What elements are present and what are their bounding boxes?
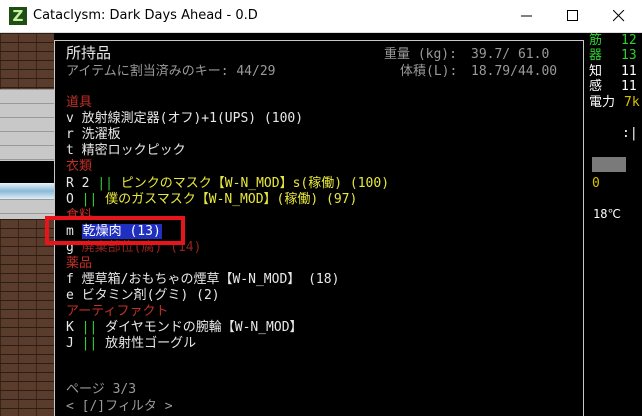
pipe-tile bbox=[0, 183, 54, 199]
volume-value: 18.79/44.00 bbox=[471, 64, 558, 79]
window-title: Cataclysm: Dark Days Ahead - 0.D bbox=[33, 8, 258, 23]
stat-int-label: 知 bbox=[589, 64, 603, 79]
inventory-title: 所持品 bbox=[66, 44, 112, 62]
category-drugs: 薬品 bbox=[66, 256, 93, 271]
stat-dex-value: 13 bbox=[621, 48, 637, 63]
item-count: 2 bbox=[81, 176, 90, 191]
inventory-item[interactable]: v 放射線測定器(オフ)+1(UPS) (100) bbox=[66, 111, 303, 127]
inventory-item[interactable]: O || 僕のガスマスク【W-N_MOD】(稼働) (97) bbox=[66, 192, 357, 208]
assigned-keys-text: アイテムに割当済みのキー: 44/29 bbox=[66, 64, 276, 79]
status-bar bbox=[592, 157, 626, 172]
stat-str-label: 筋 bbox=[589, 33, 603, 48]
worn-marker: || bbox=[81, 192, 98, 207]
stat-per-value: 11 bbox=[621, 79, 637, 94]
item-key: e bbox=[66, 288, 74, 303]
worn-marker: || bbox=[81, 336, 98, 351]
maximize-icon bbox=[567, 10, 578, 21]
power-label: 電力 bbox=[589, 95, 616, 110]
stat-str-value: 12 bbox=[621, 33, 637, 48]
category-clothing: 衣類 bbox=[66, 159, 93, 174]
item-name: 放射性ゴーグル bbox=[105, 336, 197, 351]
brick-wall-tile bbox=[0, 33, 54, 89]
annotation-highlight-box bbox=[45, 216, 185, 245]
game-viewport: 所持品 アイテムに割当済みのキー: 44/29 重量 (kg): 39.7/ 6… bbox=[0, 33, 642, 416]
item-key: J bbox=[66, 336, 74, 351]
close-button[interactable] bbox=[596, 0, 642, 32]
volume-label: 体積(L): bbox=[400, 64, 458, 79]
item-name: ピンクのマスク【W-N_MOD】s(稼働) (100) bbox=[120, 176, 390, 191]
close-icon bbox=[613, 10, 625, 22]
inventory-item[interactable]: J || 放射性ゴーグル bbox=[66, 336, 196, 352]
item-key: r bbox=[66, 127, 74, 142]
item-name: 僕のガスマスク【W-N_MOD】(稼働) (97) bbox=[105, 192, 358, 207]
worn-marker: || bbox=[81, 320, 98, 335]
minimize-button[interactable] bbox=[504, 0, 550, 32]
worn-marker: || bbox=[97, 176, 113, 191]
inventory-item[interactable]: e ビタミン剤(グミ) (2) bbox=[66, 288, 220, 304]
item-name: ダイヤモンドの腕輪【W-N_MOD】 bbox=[105, 320, 303, 335]
inventory-item[interactable]: r 洗濯板 bbox=[66, 127, 121, 143]
item-name: ビタミン剤(グミ) (2) bbox=[81, 288, 220, 303]
item-name: 洗濯板 bbox=[81, 127, 121, 142]
weight-label: 重量 (kg): bbox=[384, 47, 457, 62]
item-key: K bbox=[66, 320, 74, 335]
page-indicator: ページ 3/3 bbox=[66, 382, 137, 397]
sidebar-zero: 0 bbox=[592, 176, 600, 191]
category-tools: 道具 bbox=[66, 95, 93, 110]
item-name: 放射線測定器(オフ)+1(UPS) (100) bbox=[81, 111, 304, 126]
item-key: f bbox=[66, 272, 74, 287]
power-value: 7k bbox=[624, 95, 640, 110]
weight-value: 39.7/ 61.0 bbox=[471, 47, 550, 62]
item-key: v bbox=[66, 111, 74, 126]
floor-tile bbox=[0, 89, 54, 161]
inventory-item[interactable]: R 2 || ピンクのマスク【W-N_MOD】s(稼働) (100) bbox=[66, 176, 389, 192]
window-titlebar: Z Cataclysm: Dark Days Ahead - 0.D bbox=[0, 0, 642, 33]
app-icon: Z bbox=[9, 7, 27, 25]
item-name: 精密ロックピック bbox=[81, 143, 186, 158]
item-name: 煙草箱/おもちゃの煙草【W-N_MOD】 (18) bbox=[81, 272, 340, 287]
item-key: R bbox=[66, 176, 74, 191]
temperature-readout: 18℃ bbox=[593, 207, 621, 221]
inventory-item[interactable]: K || ダイヤモンドの腕輪【W-N_MOD】 bbox=[66, 320, 303, 336]
sidebar-colon: :| bbox=[622, 126, 638, 141]
item-key: O bbox=[66, 192, 74, 207]
filter-button[interactable]: < [/]フィルタ > bbox=[66, 399, 173, 415]
brick-wall-tile bbox=[0, 219, 54, 416]
stat-dex-label: 器 bbox=[589, 48, 603, 63]
item-key: t bbox=[66, 143, 74, 158]
stat-per-label: 感 bbox=[589, 79, 603, 94]
stat-int-value: 11 bbox=[621, 64, 637, 79]
inventory-item[interactable]: f 煙草箱/おもちゃの煙草【W-N_MOD】 (18) bbox=[66, 272, 339, 288]
maximize-button[interactable] bbox=[550, 0, 596, 32]
minimize-icon bbox=[521, 15, 532, 17]
category-artifacts: アーティファクト bbox=[66, 304, 169, 319]
inventory-item[interactable]: t 精密ロックピック bbox=[66, 143, 186, 159]
